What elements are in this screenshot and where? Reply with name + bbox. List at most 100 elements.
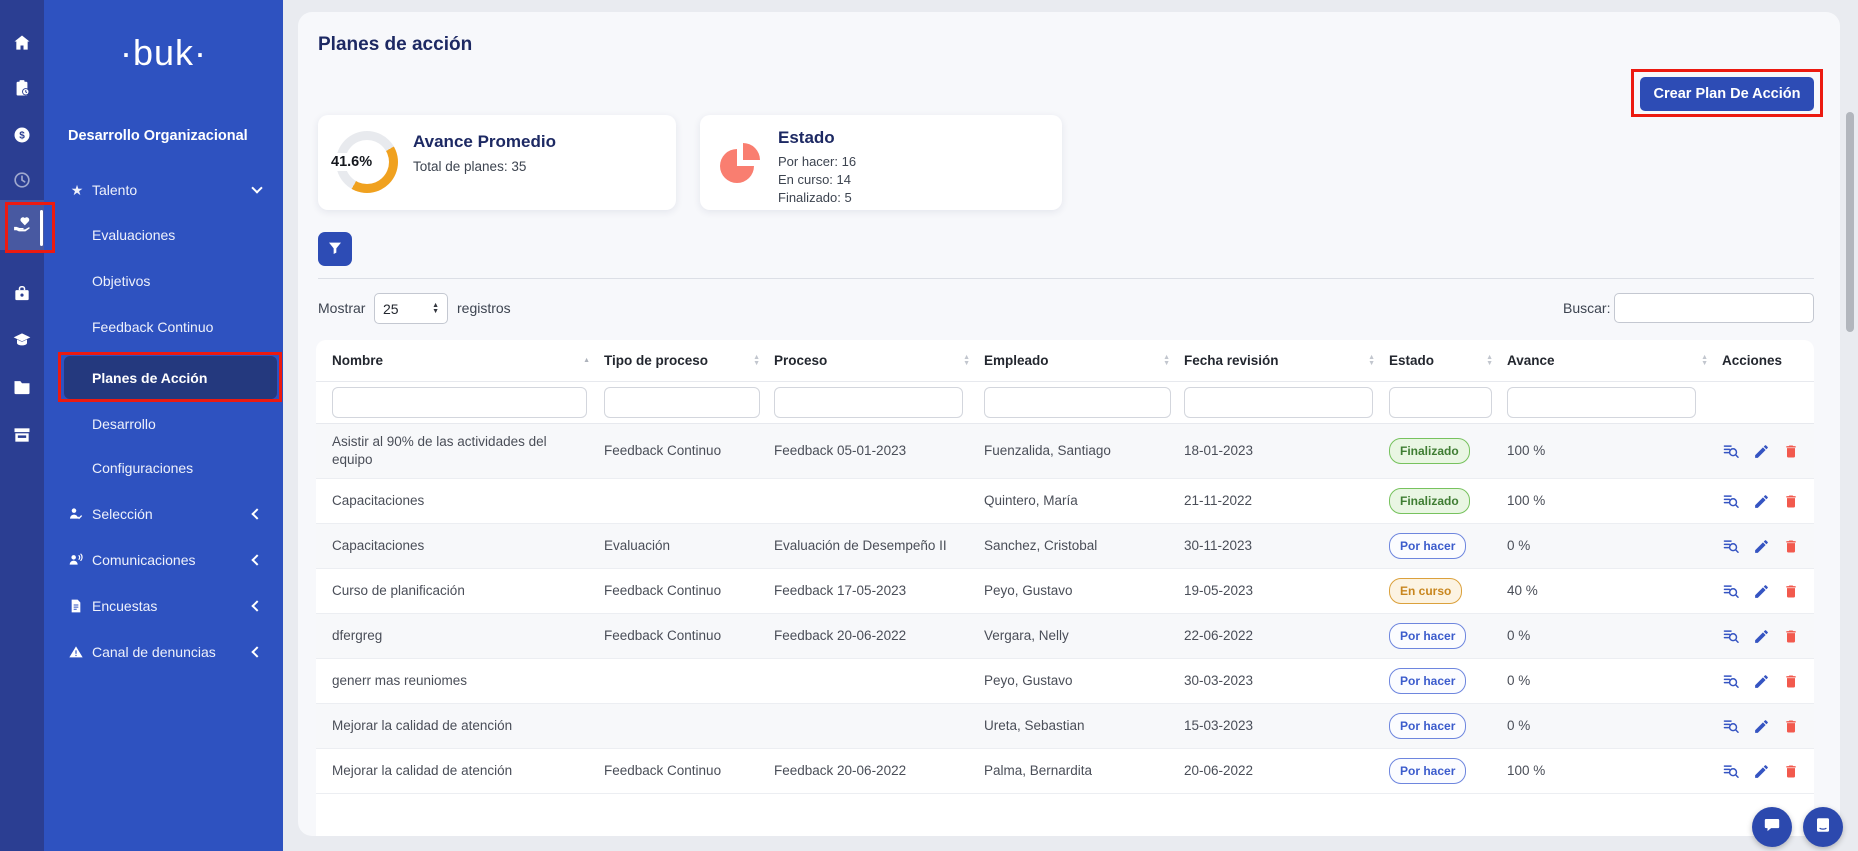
sort-asc-icon[interactable]: ▲ [583,358,590,364]
delete-icon[interactable] [1783,673,1799,690]
sidebar-item-configuraciones[interactable]: Configuraciones [44,446,283,490]
sort-icon[interactable]: ▲▼ [753,355,760,367]
view-details-icon[interactable] [1722,717,1740,735]
column-header-empleado[interactable]: Empleado▲▼ [984,353,1184,368]
delete-icon[interactable] [1783,628,1799,645]
cell-estado: Por hacer [1389,614,1507,658]
graduation-icon[interactable] [12,330,32,350]
edit-icon[interactable] [1753,443,1770,460]
sidebar-item-seleccion[interactable]: Selección [44,492,283,536]
store-icon[interactable] [12,425,32,445]
cell-tipo-de-proceso: Feedback Continuo [604,433,774,469]
delete-icon[interactable] [1783,538,1799,555]
sidebar-item-comunicaciones[interactable]: Comunicaciones [44,538,283,582]
delete-icon[interactable] [1783,763,1799,780]
hand-heart-icon[interactable] [12,215,32,235]
view-details-icon[interactable] [1722,582,1740,600]
view-details-icon[interactable] [1722,537,1740,555]
cell-avance: 100 % [1507,753,1722,789]
edit-icon[interactable] [1753,673,1770,690]
delete-icon[interactable] [1783,443,1799,460]
filter-input-avance[interactable] [1507,387,1696,418]
sort-icon[interactable]: ▲▼ [1486,355,1493,367]
chevron-left-icon [251,600,262,611]
edit-icon[interactable] [1753,763,1770,780]
sidebar-item-evaluaciones[interactable]: Evaluaciones [44,213,283,257]
cell-tipo-de-proceso [604,672,774,690]
pie-chart-icon [716,139,764,192]
cell-tipo-de-proceso: Feedback Continuo [604,753,774,789]
filter-input-fecha-revision[interactable] [1184,387,1373,418]
cell-proceso [774,492,984,510]
sidebar-item-encuestas[interactable]: Encuestas [44,584,283,628]
cell-estado: Por hacer [1389,704,1507,748]
column-header-avance[interactable]: Avance▲▼ [1507,353,1722,368]
survey-icon [68,598,86,614]
cell-fecha-revision: 21-11-2022 [1184,483,1389,519]
column-header-nombre[interactable]: Nombre▲ [332,353,604,368]
sidebar: ·buk· Desarrollo Organizacional ★ Talent… [44,0,283,851]
cell-tipo-de-proceso: Feedback Continuo [604,573,774,609]
clock-icon[interactable] [12,170,32,190]
sidebar-item-talento[interactable]: ★ Talento [44,168,283,212]
sidebar-item-desarrollo[interactable]: Desarrollo [44,402,283,446]
sidebar-item-planes-de-accion[interactable]: Planes de Acción [64,356,277,399]
view-details-icon[interactable] [1722,627,1740,645]
dollar-icon[interactable]: $ [12,125,32,145]
cell-estado: En curso [1389,569,1507,613]
avance-promedio-card: 41.6% Avance Promedio Total de planes: 3… [318,115,676,210]
sort-icon[interactable]: ▲▼ [1368,355,1375,367]
view-details-icon[interactable] [1722,672,1740,690]
edit-icon[interactable] [1753,718,1770,735]
filter-input-nombre[interactable] [332,387,587,418]
edit-icon[interactable] [1753,628,1770,645]
delete-icon[interactable] [1783,583,1799,600]
view-details-icon[interactable] [1722,492,1740,510]
filter-input-proceso[interactable] [774,387,963,418]
estado-card: Estado Por hacer: 16 En curso: 14 Finali… [700,115,1062,210]
cell-empleado: Vergara, Nelly [984,618,1184,654]
view-details-icon[interactable] [1722,442,1740,460]
edit-icon[interactable] [1753,538,1770,555]
sidebar-item-feedback-continuo[interactable]: Feedback Continuo [44,305,283,349]
create-action-plan-button[interactable]: Crear Plan De Acción [1640,77,1814,111]
filter-input-tipo-de-proceso[interactable] [604,387,760,418]
search-input[interactable] [1614,293,1814,323]
sort-icon[interactable]: ▲▼ [963,355,970,367]
sort-icon[interactable]: ▲▼ [1163,355,1170,367]
gift-icon[interactable] [12,283,32,303]
cell-empleado: Peyo, Gustavo [984,573,1184,609]
scrollbar-thumb[interactable] [1846,112,1854,332]
table-row: generr mas reuniomesPeyo, Gustavo30-03-2… [316,659,1814,704]
column-header-fecha-revision[interactable]: Fecha revisión▲▼ [1184,353,1389,368]
table-row: Mejorar la calidad de atenciónUreta, Seb… [316,704,1814,749]
filter-input-empleado[interactable] [984,387,1171,418]
cell-avance: 0 % [1507,663,1722,699]
chevron-left-icon [251,646,262,657]
feedback-widget-icon [1814,816,1832,839]
feedback-widget-fab[interactable] [1803,807,1843,847]
column-header-tipo-de-proceso[interactable]: Tipo de proceso▲▼ [604,353,774,368]
status-badge: En curso [1389,578,1462,604]
column-header-proceso[interactable]: Proceso▲▼ [774,353,984,368]
chevron-left-icon [251,554,262,565]
chat-fab[interactable] [1752,807,1792,847]
sort-icon[interactable]: ▲▼ [1701,355,1708,367]
clipboard-clock-icon[interactable] [12,78,32,98]
sidebar-item-objetivos[interactable]: Objetivos [44,259,283,303]
delete-icon[interactable] [1783,493,1799,510]
delete-icon[interactable] [1783,718,1799,735]
view-details-icon[interactable] [1722,762,1740,780]
cell-estado: Por hacer [1389,524,1507,568]
column-header-estado[interactable]: Estado▲▼ [1389,353,1507,368]
page-size-select[interactable]: 25 ▲▼ [374,293,448,324]
folder-icon[interactable] [12,377,32,397]
sidebar-item-canal-de-denuncias[interactable]: Canal de denuncias [44,630,283,674]
edit-icon[interactable] [1753,493,1770,510]
edit-icon[interactable] [1753,583,1770,600]
cell-acciones [1722,663,1814,699]
filter-button[interactable] [318,232,352,266]
filter-input-estado[interactable] [1389,387,1492,418]
cell-acciones [1722,708,1814,744]
home-icon[interactable] [12,33,32,53]
